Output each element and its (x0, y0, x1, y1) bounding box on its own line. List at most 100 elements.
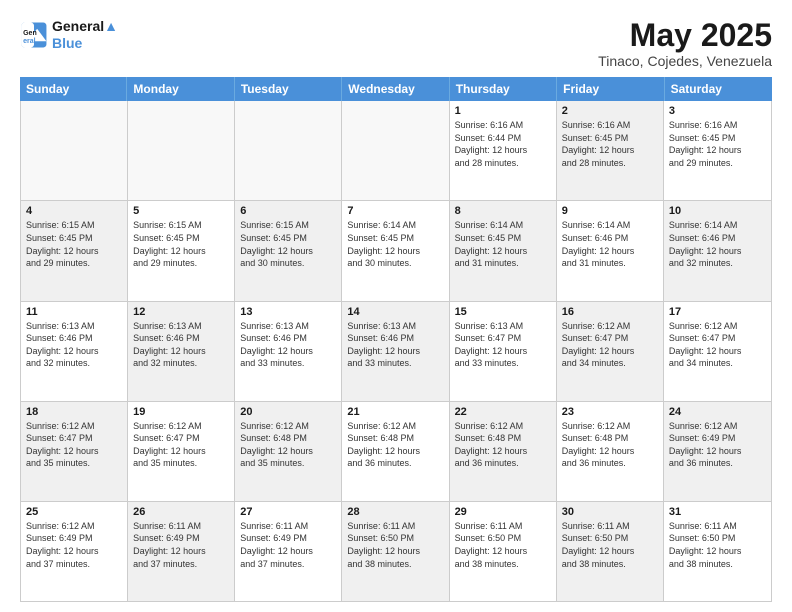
cell-info: Sunrise: 6:13 AMSunset: 6:46 PMDaylight:… (240, 320, 336, 370)
day-number: 30 (562, 506, 658, 518)
cell-info: Sunrise: 6:15 AMSunset: 6:45 PMDaylight:… (133, 219, 229, 269)
calendar-row-4: 18 Sunrise: 6:12 AMSunset: 6:47 PMDayligh… (21, 402, 771, 502)
logo: Gen eral General▲ Blue (20, 18, 118, 52)
cell-info: Sunrise: 6:12 AMSunset: 6:47 PMDaylight:… (669, 320, 766, 370)
cell-info: Sunrise: 6:16 AMSunset: 6:45 PMDaylight:… (669, 119, 766, 169)
day-cell-6: 6 Sunrise: 6:15 AMSunset: 6:45 PMDaylight… (235, 201, 342, 300)
day-header-wednesday: Wednesday (342, 77, 449, 101)
empty-cell (21, 101, 128, 200)
cell-info: Sunrise: 6:13 AMSunset: 6:46 PMDaylight:… (26, 320, 122, 370)
day-number: 8 (455, 205, 551, 217)
day-number: 24 (669, 406, 766, 418)
day-number: 3 (669, 105, 766, 117)
day-cell-1: 1Sunrise: 6:16 AMSunset: 6:44 PMDaylight… (450, 101, 557, 200)
day-cell-3: 3 Sunrise: 6:16 AMSunset: 6:45 PMDaylight… (664, 101, 771, 200)
day-number: 10 (669, 205, 766, 217)
cell-info: Sunrise: 6:15 AMSunset: 6:45 PMDaylight:… (26, 219, 122, 269)
day-number: 2 (562, 105, 658, 117)
calendar-header: SundayMondayTuesdayWednesdayThursdayFrid… (20, 77, 772, 101)
cell-info: Sunrise: 6:13 AMSunset: 6:47 PMDaylight:… (455, 320, 551, 370)
day-number: 21 (347, 406, 443, 418)
day-cell-12: 12 Sunrise: 6:13 AMSunset: 6:46 PMDayligh… (128, 302, 235, 401)
day-number: 1 (455, 105, 551, 117)
cell-info: Sunrise: 6:13 AMSunset: 6:46 PMDaylight:… (133, 320, 229, 370)
logo-text: General▲ Blue (52, 18, 118, 52)
page: Gen eral General▲ Blue May 2025 Tinaco, … (0, 0, 792, 612)
day-cell-25: 25Sunrise: 6:12 AMSunset: 6:49 PMDayligh… (21, 502, 128, 601)
calendar: SundayMondayTuesdayWednesdayThursdayFrid… (20, 77, 772, 602)
cell-info: Sunrise: 6:12 AMSunset: 6:47 PMDaylight:… (562, 320, 658, 370)
day-number: 29 (455, 506, 551, 518)
cell-info: Sunrise: 6:11 AMSunset: 6:50 PMDaylight:… (455, 520, 551, 570)
cell-info: Sunrise: 6:12 AMSunset: 6:49 PMDaylight:… (26, 520, 122, 570)
subtitle: Tinaco, Cojedes, Venezuela (598, 53, 772, 69)
empty-cell (128, 101, 235, 200)
day-header-monday: Monday (127, 77, 234, 101)
cell-info: Sunrise: 6:12 AMSunset: 6:48 PMDaylight:… (455, 420, 551, 470)
cell-info: Sunrise: 6:12 AMSunset: 6:48 PMDaylight:… (347, 420, 443, 470)
day-number: 28 (347, 506, 443, 518)
day-cell-24: 24 Sunrise: 6:12 AMSunset: 6:49 PMDayligh… (664, 402, 771, 501)
day-cell-28: 28Sunrise: 6:11 AMSunset: 6:50 PMDayligh… (342, 502, 449, 601)
day-number: 13 (240, 306, 336, 318)
day-number: 17 (669, 306, 766, 318)
day-cell-23: 23 Sunrise: 6:12 AMSunset: 6:48 PMDayligh… (557, 402, 664, 501)
day-number: 9 (562, 205, 658, 217)
day-cell-9: 9 Sunrise: 6:14 AMSunset: 6:46 PMDaylight… (557, 201, 664, 300)
calendar-row-3: 11 Sunrise: 6:13 AMSunset: 6:46 PMDayligh… (21, 302, 771, 402)
cell-info: Sunrise: 6:12 AMSunset: 6:49 PMDaylight:… (669, 420, 766, 470)
cell-info: Sunrise: 6:14 AMSunset: 6:46 PMDaylight:… (562, 219, 658, 269)
cell-info: Sunrise: 6:15 AMSunset: 6:45 PMDaylight:… (240, 219, 336, 269)
cell-info: Sunrise: 6:12 AMSunset: 6:47 PMDaylight:… (26, 420, 122, 470)
day-cell-22: 22Sunrise: 6:12 AMSunset: 6:48 PMDayligh… (450, 402, 557, 501)
day-number: 6 (240, 205, 336, 217)
day-cell-13: 13 Sunrise: 6:13 AMSunset: 6:46 PMDayligh… (235, 302, 342, 401)
day-cell-8: 8 Sunrise: 6:14 AMSunset: 6:45 PMDaylight… (450, 201, 557, 300)
day-cell-21: 21 Sunrise: 6:12 AMSunset: 6:48 PMDayligh… (342, 402, 449, 501)
day-header-thursday: Thursday (450, 77, 557, 101)
day-number: 5 (133, 205, 229, 217)
day-number: 14 (347, 306, 443, 318)
cell-info: Sunrise: 6:12 AMSunset: 6:47 PMDaylight:… (133, 420, 229, 470)
cell-info: Sunrise: 6:16 AMSunset: 6:45 PMDaylight:… (562, 119, 658, 169)
day-number: 12 (133, 306, 229, 318)
svg-text:eral: eral (23, 38, 36, 45)
day-number: 19 (133, 406, 229, 418)
day-cell-10: 10 Sunrise: 6:14 AMSunset: 6:46 PMDayligh… (664, 201, 771, 300)
day-number: 18 (26, 406, 122, 418)
day-cell-27: 27Sunrise: 6:11 AMSunset: 6:49 PMDayligh… (235, 502, 342, 601)
calendar-row-1: 1Sunrise: 6:16 AMSunset: 6:44 PMDaylight… (21, 101, 771, 201)
title-block: May 2025 Tinaco, Cojedes, Venezuela (598, 18, 772, 69)
day-cell-18: 18 Sunrise: 6:12 AMSunset: 6:47 PMDayligh… (21, 402, 128, 501)
cell-info: Sunrise: 6:12 AMSunset: 6:48 PMDaylight:… (562, 420, 658, 470)
day-header-sunday: Sunday (20, 77, 127, 101)
day-number: 20 (240, 406, 336, 418)
day-number: 23 (562, 406, 658, 418)
day-number: 11 (26, 306, 122, 318)
cell-info: Sunrise: 6:14 AMSunset: 6:45 PMDaylight:… (347, 219, 443, 269)
day-cell-19: 19 Sunrise: 6:12 AMSunset: 6:47 PMDayligh… (128, 402, 235, 501)
cell-info: Sunrise: 6:14 AMSunset: 6:46 PMDaylight:… (669, 219, 766, 269)
empty-cell (235, 101, 342, 200)
day-cell-20: 20 Sunrise: 6:12 AMSunset: 6:48 PMDayligh… (235, 402, 342, 501)
day-number: 4 (26, 205, 122, 217)
cell-info: Sunrise: 6:11 AMSunset: 6:49 PMDaylight:… (133, 520, 229, 570)
day-cell-30: 30Sunrise: 6:11 AMSunset: 6:50 PMDayligh… (557, 502, 664, 601)
calendar-row-2: 4 Sunrise: 6:15 AMSunset: 6:45 PMDaylight… (21, 201, 771, 301)
header: Gen eral General▲ Blue May 2025 Tinaco, … (20, 18, 772, 69)
cell-info: Sunrise: 6:14 AMSunset: 6:45 PMDaylight:… (455, 219, 551, 269)
svg-text:Gen: Gen (23, 30, 37, 37)
empty-cell (342, 101, 449, 200)
calendar-row-5: 25Sunrise: 6:12 AMSunset: 6:49 PMDayligh… (21, 502, 771, 601)
cell-info: Sunrise: 6:12 AMSunset: 6:48 PMDaylight:… (240, 420, 336, 470)
day-header-tuesday: Tuesday (235, 77, 342, 101)
day-header-friday: Friday (557, 77, 664, 101)
day-cell-4: 4 Sunrise: 6:15 AMSunset: 6:45 PMDaylight… (21, 201, 128, 300)
day-number: 31 (669, 506, 766, 518)
day-cell-16: 16Sunrise: 6:12 AMSunset: 6:47 PMDayligh… (557, 302, 664, 401)
day-number: 27 (240, 506, 336, 518)
day-cell-15: 15Sunrise: 6:13 AMSunset: 6:47 PMDayligh… (450, 302, 557, 401)
day-cell-14: 14Sunrise: 6:13 AMSunset: 6:46 PMDayligh… (342, 302, 449, 401)
cell-info: Sunrise: 6:11 AMSunset: 6:50 PMDaylight:… (669, 520, 766, 570)
day-cell-2: 2 Sunrise: 6:16 AMSunset: 6:45 PMDaylight… (557, 101, 664, 200)
